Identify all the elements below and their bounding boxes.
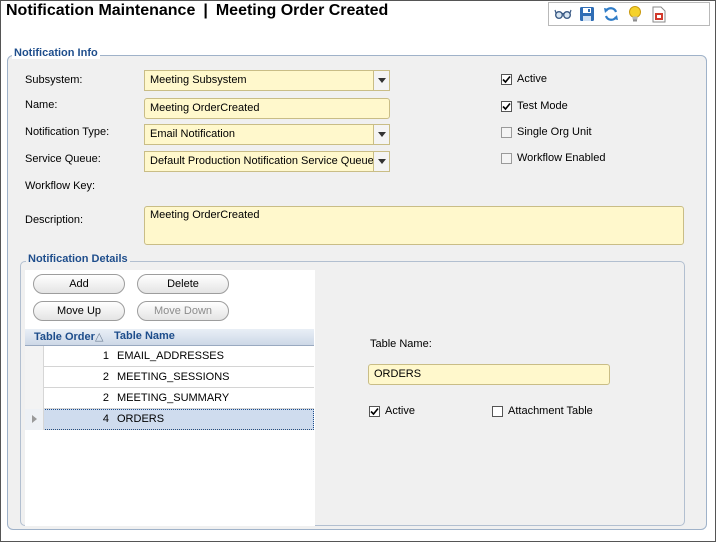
single-org-unit-checkbox-box[interactable] bbox=[501, 126, 512, 138]
delete-button[interactable]: Delete bbox=[137, 274, 229, 294]
workflow-key-label: Workflow Key: bbox=[25, 180, 96, 192]
row-order: 2 bbox=[102, 371, 109, 383]
detail-active-checkbox-box[interactable] bbox=[369, 405, 380, 417]
service-queue-label: Service Queue: bbox=[25, 153, 101, 165]
description-field[interactable]: Meeting OrderCreated bbox=[144, 206, 684, 245]
sort-ascending-icon: △ bbox=[94, 331, 104, 343]
toolbar bbox=[548, 2, 710, 26]
row-name: EMAIL_ADDRESSES bbox=[117, 350, 224, 362]
test-mode-checkbox-box[interactable] bbox=[501, 100, 512, 112]
row-selector[interactable] bbox=[25, 346, 44, 367]
description-label: Description: bbox=[25, 214, 84, 226]
table-list: 1 EMAIL_ADDRESSES 2 MEETING_SESSIONS 2 M… bbox=[25, 346, 314, 430]
column-header-table-order[interactable]: Table Order△ bbox=[34, 330, 103, 343]
row-selector[interactable] bbox=[25, 388, 44, 409]
report-icon[interactable] bbox=[649, 5, 668, 24]
name-label: Name: bbox=[25, 99, 58, 111]
column-header-table-name[interactable]: Table Name bbox=[114, 330, 175, 342]
table-row-selected[interactable]: 4 ORDERS bbox=[25, 409, 314, 430]
active-checkbox-box[interactable] bbox=[501, 73, 512, 85]
table-row[interactable]: 1 EMAIL_ADDRESSES bbox=[25, 346, 314, 367]
row-order: 1 bbox=[102, 350, 109, 362]
chevron-down-icon[interactable] bbox=[373, 71, 389, 90]
detail-active-checkbox-label: Active bbox=[385, 405, 415, 417]
subsystem-value: Meeting Subsystem bbox=[150, 74, 247, 86]
detail-active-checkbox[interactable]: Active bbox=[369, 405, 415, 417]
row-name: MEETING_SUMMARY bbox=[117, 392, 230, 404]
row-order: 4 bbox=[102, 413, 109, 425]
row-order: 2 bbox=[102, 392, 109, 404]
move-up-button[interactable]: Move Up bbox=[33, 301, 125, 321]
test-mode-checkbox[interactable]: Test Mode bbox=[501, 100, 568, 112]
save-icon[interactable] bbox=[577, 5, 596, 24]
notification-type-value: Email Notification bbox=[150, 128, 235, 140]
row-name: ORDERS bbox=[117, 413, 165, 425]
attachment-table-checkbox-label: Attachment Table bbox=[508, 405, 593, 417]
chevron-down-icon[interactable] bbox=[373, 125, 389, 144]
single-org-unit-checkbox[interactable]: Single Org Unit bbox=[501, 126, 592, 138]
notification-details-legend: Notification Details bbox=[26, 253, 130, 265]
move-down-button[interactable]: Move Down bbox=[137, 301, 229, 321]
chevron-down-icon[interactable] bbox=[373, 152, 389, 171]
workflow-enabled-checkbox-box[interactable] bbox=[501, 152, 512, 164]
table-row[interactable]: 2 MEETING_SUMMARY bbox=[25, 388, 314, 409]
name-value: Meeting OrderCreated bbox=[150, 102, 260, 114]
description-value: Meeting OrderCreated bbox=[150, 209, 260, 221]
current-row-arrow-icon bbox=[32, 415, 37, 423]
single-org-unit-checkbox-label: Single Org Unit bbox=[517, 126, 592, 138]
active-checkbox[interactable]: Active bbox=[501, 73, 547, 85]
table-name-label: Table Name: bbox=[370, 338, 432, 350]
notification-type-select[interactable]: Email Notification bbox=[144, 124, 390, 145]
attachment-table-checkbox[interactable]: Attachment Table bbox=[492, 405, 593, 417]
service-queue-value: Default Production Notification Service … bbox=[150, 155, 374, 167]
row-name: MEETING_SESSIONS bbox=[117, 371, 230, 383]
notification-type-label: Notification Type: bbox=[25, 126, 110, 138]
add-button[interactable]: Add bbox=[33, 274, 125, 294]
subsystem-select[interactable]: Meeting Subsystem bbox=[144, 70, 390, 91]
table-row[interactable]: 2 MEETING_SESSIONS bbox=[25, 367, 314, 388]
title-separator: | bbox=[203, 2, 208, 19]
notification-info-legend: Notification Info bbox=[12, 47, 100, 59]
refresh-icon[interactable] bbox=[601, 5, 620, 24]
name-field[interactable]: Meeting OrderCreated bbox=[144, 98, 390, 119]
table-name-value: ORDERS bbox=[374, 368, 422, 380]
subsystem-label: Subsystem: bbox=[25, 74, 83, 86]
lightbulb-icon[interactable] bbox=[625, 5, 644, 24]
test-mode-checkbox-label: Test Mode bbox=[517, 100, 568, 112]
title-subtitle: Meeting Order Created bbox=[215, 2, 389, 19]
workflow-enabled-checkbox[interactable]: Workflow Enabled bbox=[501, 152, 605, 164]
page-title: Notification Maintenance | Meeting Order C… bbox=[6, 2, 388, 20]
glasses-icon[interactable] bbox=[553, 5, 572, 24]
table-name-field[interactable]: ORDERS bbox=[368, 364, 610, 385]
workflow-enabled-checkbox-label: Workflow Enabled bbox=[517, 152, 606, 164]
title-text: Notification Maintenance bbox=[6, 2, 196, 19]
row-selector[interactable] bbox=[25, 409, 44, 430]
row-selector[interactable] bbox=[25, 367, 44, 388]
service-queue-select[interactable]: Default Production Notification Service … bbox=[144, 151, 390, 172]
grid-header: Table Order△ Table Name bbox=[25, 329, 314, 346]
active-checkbox-label: Active bbox=[517, 73, 547, 85]
attachment-table-checkbox-box[interactable] bbox=[492, 405, 503, 417]
